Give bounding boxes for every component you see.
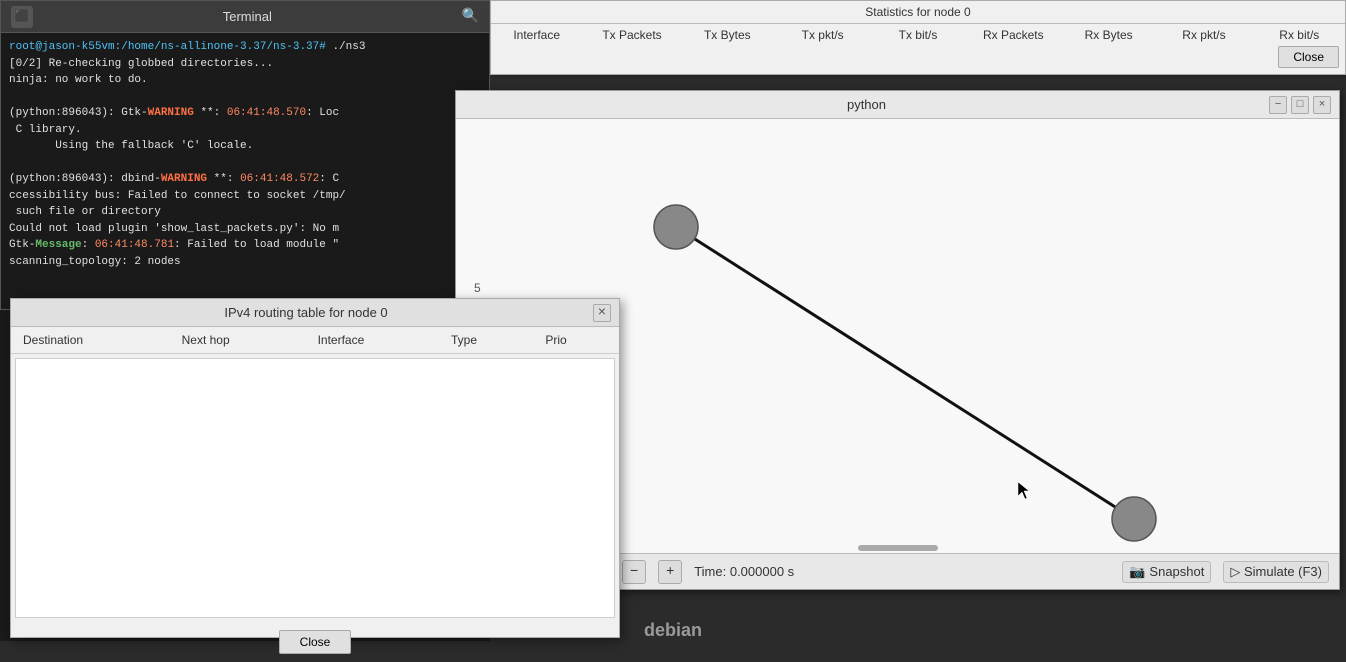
stat-col-tx-packets: Tx Packets [594, 28, 669, 42]
terminal-line-1: root@jason-k55vm:/home/ns-allinone-3.37/… [9, 39, 481, 56]
python-title: python [464, 97, 1269, 112]
simulate-button[interactable]: ▷ Simulate (F3) [1223, 561, 1329, 583]
col-destination: Destination [11, 327, 170, 354]
stat-col-interface: Interface [499, 28, 574, 42]
routing-close-button[interactable]: × [593, 304, 611, 322]
network-link [676, 227, 1134, 519]
terminal-body: root@jason-k55vm:/home/ns-allinone-3.37/… [1, 33, 489, 309]
statistics-bar: Statistics for node 0 Interface Tx Packe… [490, 0, 1346, 75]
routing-table-body [15, 358, 615, 618]
terminal-line-10: Could not load plugin 'show_last_packets… [9, 221, 481, 238]
snapshot-icon: 📷 [1129, 564, 1145, 580]
terminal-line-blank2 [9, 155, 481, 172]
routing-footer: Close [11, 622, 619, 662]
routing-dialog: IPv4 routing table for node 0 × Destinat… [10, 298, 620, 638]
col-prio: Prio [533, 327, 619, 354]
terminal-title: Terminal [33, 9, 462, 24]
terminal-line-3: ninja: no work to do. [9, 72, 481, 89]
routing-close-footer-button[interactable]: Close [279, 630, 352, 654]
terminal-line-6: Using the fallback 'C' locale. [9, 138, 481, 155]
terminal-icon: ⬛ [11, 6, 33, 28]
statistics-columns: Interface Tx Packets Tx Bytes Tx pkt/s T… [491, 24, 1345, 46]
search-icon[interactable]: 🔍 [462, 8, 479, 25]
terminal-line-7: (python:896043): dbind-WARNING **: 06:41… [9, 171, 481, 188]
col-interface: Interface [306, 327, 439, 354]
node-1-circle[interactable] [1112, 497, 1156, 541]
terminal-titlebar: ⬛ Terminal 🔍 [1, 1, 489, 33]
python-titlebar: python − □ × [456, 91, 1339, 119]
close-button[interactable]: × [1313, 96, 1331, 114]
terminal-line-5: C library. [9, 122, 481, 139]
stat-col-tx-bytes: Tx Bytes [690, 28, 765, 42]
stat-col-rx-bytes: Rx Bytes [1071, 28, 1146, 42]
terminal-line-8: ccessibility bus: Failed to connect to s… [9, 188, 481, 205]
maximize-button[interactable]: □ [1291, 96, 1309, 114]
terminal-line-2: [0/2] Re-checking globbed directories... [9, 56, 481, 73]
routing-titlebar: IPv4 routing table for node 0 × [11, 299, 619, 327]
terminal-window: ⬛ Terminal 🔍 root@jason-k55vm:/home/ns-a… [0, 0, 490, 310]
col-type: Type [439, 327, 533, 354]
stat-col-rx-pkt: Rx pkt/s [1166, 28, 1241, 42]
simulate-label: ▷ Simulate (F3) [1230, 564, 1322, 580]
stat-col-tx-bit: Tx bit/s [880, 28, 955, 42]
window-controls: − □ × [1269, 96, 1331, 114]
routing-table-header: Destination Next hop Interface Type Prio [11, 327, 619, 354]
stat-col-rx-bit: Rx bit/s [1262, 28, 1337, 42]
terminal-line-12: scanning_topology: 2 nodes [9, 254, 481, 271]
terminal-line-11: Gtk-Message: 06:41:48.781: Failed to loa… [9, 237, 481, 254]
terminal-line-4: (python:896043): Gtk-WARNING **: 06:41:4… [9, 105, 481, 122]
statistics-close-button[interactable]: Close [1278, 46, 1339, 68]
speed-increase-button[interactable]: + [658, 560, 682, 584]
horizontal-scrollbar[interactable] [858, 545, 938, 551]
routing-table: Destination Next hop Interface Type Prio [11, 327, 619, 354]
stat-col-rx-packets: Rx Packets [976, 28, 1051, 42]
snapshot-button[interactable]: 📷 Snapshot [1122, 561, 1211, 583]
stat-col-tx-pkt: Tx pkt/s [785, 28, 860, 42]
terminal-line-9: such file or directory [9, 204, 481, 221]
speed-decrease-button[interactable]: − [622, 560, 646, 584]
minimize-button[interactable]: − [1269, 96, 1287, 114]
statistics-title: Statistics for node 0 [491, 1, 1345, 24]
snapshot-label: Snapshot [1149, 564, 1204, 579]
col-nexthop: Next hop [170, 327, 306, 354]
time-display: Time: 0.000000 s [694, 564, 794, 579]
routing-dialog-title: IPv4 routing table for node 0 [19, 305, 593, 320]
terminal-line-blank1 [9, 89, 481, 106]
node-0-circle[interactable] [654, 205, 698, 249]
